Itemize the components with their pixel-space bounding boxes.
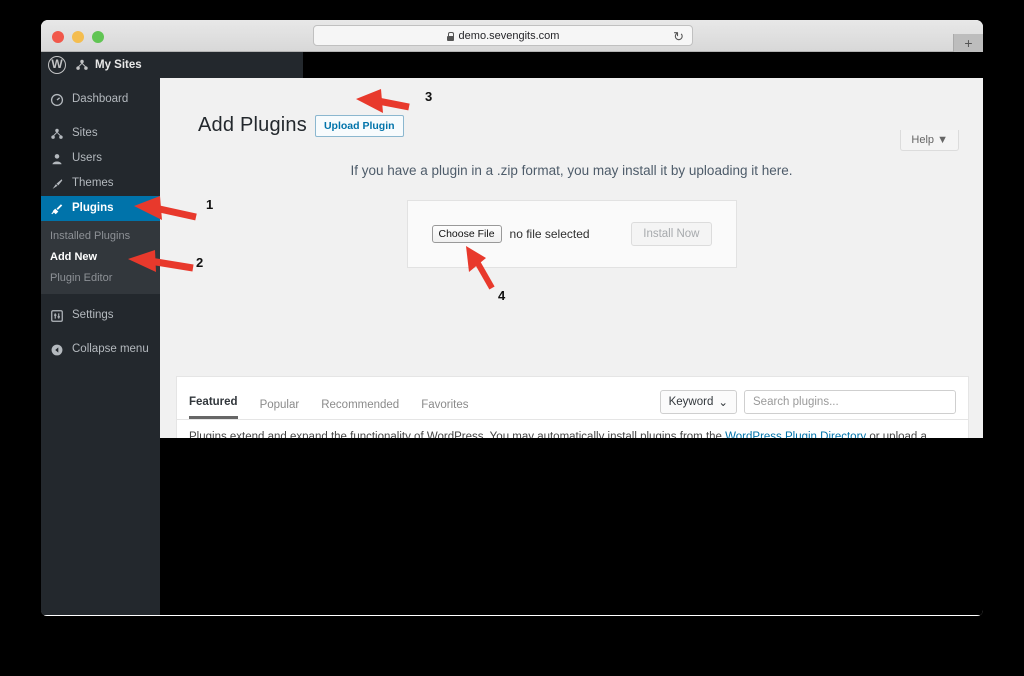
search-plugins-input[interactable] [744, 390, 956, 414]
chevron-down-icon: ⌄ [718, 397, 728, 409]
install-now-button[interactable]: Install Now [631, 222, 712, 246]
collapse-icon [51, 344, 63, 355]
keyword-select[interactable]: Keyword ⌄ [659, 390, 737, 414]
sidebar-label-dashboard: Dashboard [72, 92, 129, 105]
plugins-icon [51, 203, 63, 214]
close-window-button[interactable] [52, 31, 64, 43]
choose-file-button[interactable]: Choose File [431, 225, 502, 243]
browser-window: demo.sevengits.com ↻ + W My Sites Dashbo… [41, 20, 983, 616]
dashboard-icon [50, 93, 64, 106]
maximize-window-button[interactable] [92, 31, 104, 43]
tab-featured[interactable]: Featured [189, 396, 238, 419]
adminbar-item-my-sites[interactable]: My Sites [75, 58, 142, 72]
tab-favorites[interactable]: Favorites [421, 399, 468, 419]
wordpress-logo-icon[interactable]: W [48, 56, 66, 74]
sidebar-label-plugins: Plugins [72, 201, 114, 214]
sidebar-label-collapse-menu: Collapse menu [72, 342, 149, 355]
filter-tabs: Featured Popular Recommended Favorites [189, 387, 469, 419]
settings-icon [51, 309, 63, 322]
admin-sidebar: Dashboard Sites Users Themes Plugins Ins… [41, 78, 160, 615]
sidebar-item-plugins[interactable]: Plugins [41, 196, 160, 221]
sidebar-item-collapse-menu[interactable]: Collapse menu [41, 337, 160, 362]
page-title: Add Plugins [198, 114, 307, 136]
users-icon [52, 153, 62, 164]
sidebar-label-sites: Sites [72, 126, 98, 139]
sidebar-item-dashboard[interactable]: Dashboard [41, 87, 160, 112]
address-bar[interactable]: demo.sevengits.com ↻ [313, 25, 693, 46]
panel-toolbar: Featured Popular Recommended Favorites K… [177, 377, 968, 419]
selected-file-label: no file selected [509, 227, 590, 241]
annotation-number-4: 4 [498, 288, 506, 303]
plugin-upload-box: Choose File no file selected Install Now [406, 200, 737, 268]
plugins-submenu: Installed Plugins Add New Plugin Editor [41, 221, 160, 294]
screenshot-root: demo.sevengits.com ↻ + W My Sites Dashbo… [0, 0, 1024, 676]
minimize-window-button[interactable] [72, 31, 84, 43]
themes-icon [52, 178, 63, 189]
main-content: Help ▼ Add Plugins Upload Plugin If you … [160, 78, 983, 438]
annotation-number-1: 1 [206, 197, 214, 212]
window-controls [52, 31, 104, 43]
browser-titlebar: demo.sevengits.com ↻ + [41, 20, 983, 52]
submenu-item-installed-plugins[interactable]: Installed Plugins [41, 225, 160, 246]
url-text: demo.sevengits.com [458, 29, 560, 42]
panel-description: Plugins extend and expand the functional… [177, 419, 968, 438]
tab-recommended[interactable]: Recommended [321, 399, 399, 419]
lock-icon [446, 32, 455, 41]
sidebar-item-users[interactable]: Users [41, 146, 160, 171]
keyword-select-label: Keyword [668, 396, 714, 408]
submenu-label-installed-plugins: Installed Plugins [50, 229, 131, 242]
adminbar-my-sites-label: My Sites [95, 59, 142, 71]
annotation-number-3: 3 [425, 89, 433, 104]
page-header: Add Plugins Upload Plugin [160, 78, 983, 137]
wordpress-plugin-directory-link[interactable]: WordPress Plugin Directory [725, 431, 866, 438]
plugins-browse-panel: Featured Popular Recommended Favorites K… [176, 376, 969, 438]
help-label: Help [911, 134, 935, 146]
submenu-item-plugin-editor[interactable]: Plugin Editor [41, 267, 160, 288]
tab-popular[interactable]: Popular [260, 399, 300, 419]
wordpress-page: W My Sites Dashboard Sites Users Themes … [41, 52, 983, 615]
sidebar-label-users: Users [72, 151, 103, 164]
sidebar-item-settings[interactable]: Settings [41, 303, 160, 328]
annotation-number-2: 2 [196, 255, 204, 270]
upload-plugin-button[interactable]: Upload Plugin [314, 114, 404, 137]
upload-hint-text: If you have a plugin in a .zip format, y… [350, 163, 793, 178]
wp-admin-bar: W My Sites [41, 52, 303, 78]
submenu-item-add-new[interactable]: Add New [41, 246, 160, 267]
new-tab-icon[interactable]: + [953, 34, 983, 52]
submenu-label-plugin-editor: Plugin Editor [50, 271, 113, 284]
sites-icon [76, 59, 88, 70]
sidebar-item-themes[interactable]: Themes [41, 171, 160, 196]
sidebar-item-sites[interactable]: Sites [41, 121, 160, 146]
chevron-down-icon: ▼ [937, 134, 948, 146]
sites-icon [51, 128, 63, 139]
plugin-search-group: Keyword ⌄ [659, 390, 956, 419]
sidebar-label-settings: Settings [72, 308, 114, 321]
sidebar-label-themes: Themes [72, 176, 114, 189]
help-button[interactable]: Help ▼ [900, 130, 959, 151]
panel-description-before: Plugins extend and expand the functional… [189, 431, 726, 438]
reload-icon[interactable]: ↻ [673, 29, 684, 44]
submenu-label-add-new: Add New [50, 250, 98, 263]
